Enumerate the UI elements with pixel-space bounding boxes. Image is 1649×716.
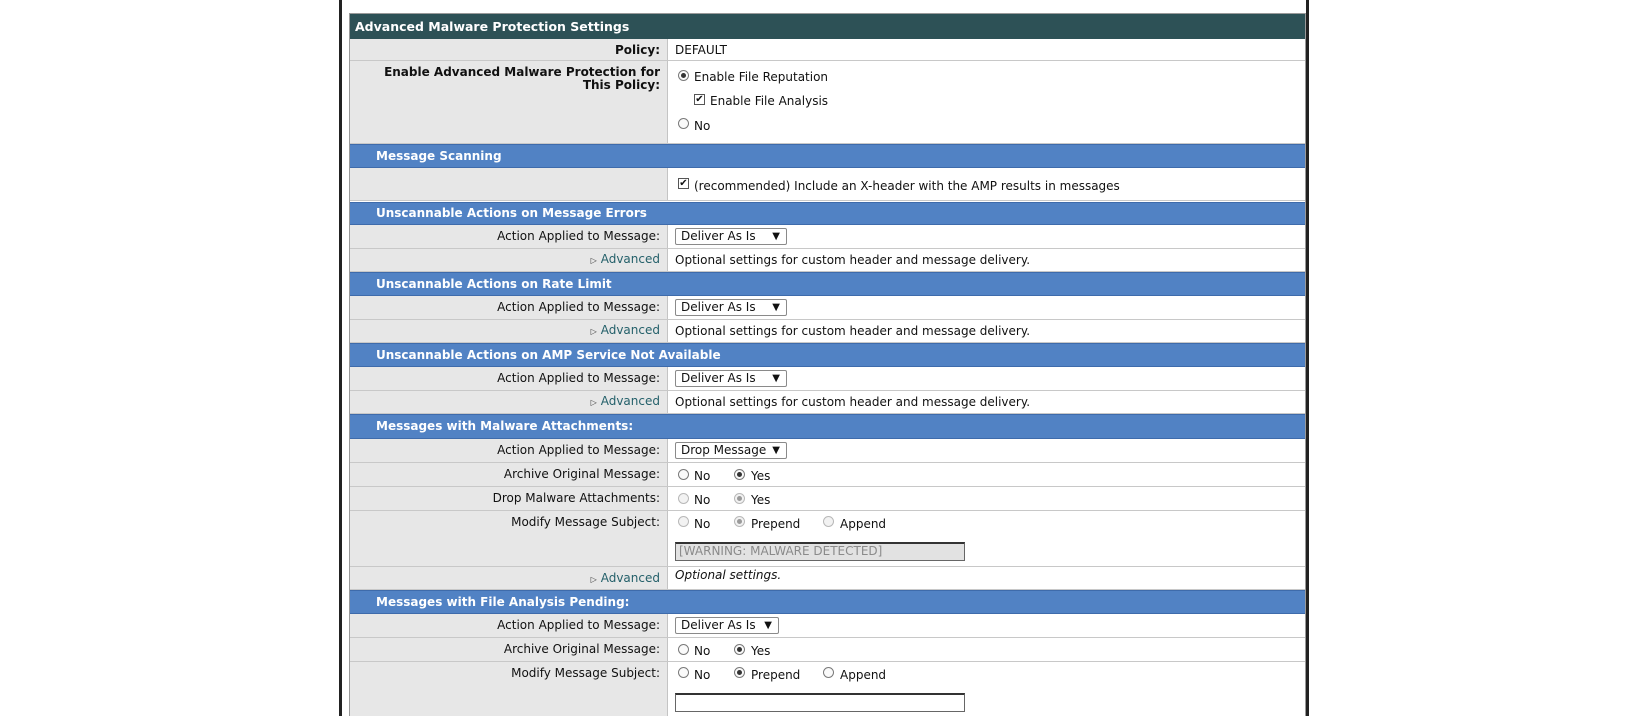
pending-modify-label: Modify Message Subject: <box>350 662 668 716</box>
amp-action-select[interactable]: Deliver As Is ▼ <box>675 370 787 387</box>
section-unscannable-rate: Unscannable Actions on Rate Limit <box>350 272 1305 296</box>
amp-no-radio[interactable] <box>678 118 689 129</box>
pending-subject-input[interactable] <box>675 693 965 712</box>
file-reputation-label: Enable File Reputation <box>694 70 829 84</box>
chevron-down-icon: ▼ <box>764 620 772 631</box>
file-analysis-checkbox[interactable]: ✔ <box>694 94 705 105</box>
amp-no-label: No <box>694 119 711 133</box>
malware-archive-label: Archive Original Message: <box>350 463 668 486</box>
errors-action-select[interactable]: Deliver As Is ▼ <box>675 228 787 245</box>
rate-advanced-desc: Optional settings for custom header and … <box>675 324 1031 338</box>
malware-archive-no-radio[interactable] <box>678 469 689 480</box>
rate-action-label: Action Applied to Message: <box>350 296 668 319</box>
malware-action-select[interactable]: Drop Message ▼ <box>675 442 787 459</box>
xheader-checkbox[interactable]: ✔ <box>678 178 689 189</box>
section-malware-attachments: Messages with Malware Attachments: <box>350 414 1305 439</box>
chevron-down-icon: ▼ <box>772 445 780 456</box>
pending-modify-prepend-label: Prepend <box>751 668 801 682</box>
errors-advanced-desc: Optional settings for custom header and … <box>675 253 1031 267</box>
policy-row: Policy: DEFAULT <box>350 39 1305 61</box>
section-unscannable-errors: Unscannable Actions on Message Errors <box>350 202 1305 225</box>
pending-archive-yes-label: Yes <box>751 644 771 658</box>
malware-modify-prepend-label: Prepend <box>751 517 801 531</box>
chevron-down-icon: ▼ <box>772 302 780 313</box>
pending-archive-yes-radio[interactable] <box>734 644 745 655</box>
malware-modify-append-radio[interactable] <box>823 516 834 527</box>
malware-advanced-link[interactable]: ▷ Advanced <box>591 571 660 585</box>
section-file-analysis-pending: Messages with File Analysis Pending: <box>350 590 1305 614</box>
rate-advanced-link[interactable]: ▷ Advanced <box>591 323 660 337</box>
enable-amp-row: Enable Advanced Malware Protection for T… <box>350 61 1305 144</box>
malware-archive-yes-label: Yes <box>751 469 771 483</box>
expand-triangle-icon: ▷ <box>590 575 597 584</box>
expand-triangle-icon: ▷ <box>590 398 597 407</box>
malware-drop-no-radio[interactable] <box>678 493 689 504</box>
pending-modify-append-label: Append <box>840 668 887 682</box>
malware-advanced-desc: Optional settings. <box>675 568 782 582</box>
amp-action-label: Action Applied to Message: <box>350 367 668 390</box>
pending-action-label: Action Applied to Message: <box>350 614 668 637</box>
pending-action-select[interactable]: Deliver As Is ▼ <box>675 617 779 634</box>
malware-action-label: Action Applied to Message: <box>350 439 668 462</box>
pending-modify-append-radio[interactable] <box>823 667 834 678</box>
file-analysis-label: Enable File Analysis <box>710 94 829 108</box>
page-frame: Advanced Malware Protection Settings Pol… <box>339 0 1309 716</box>
section-unscannable-amp: Unscannable Actions on AMP Service Not A… <box>350 343 1305 367</box>
amp-advanced-link[interactable]: ▷ Advanced <box>591 394 660 408</box>
malware-modify-no-radio[interactable] <box>678 516 689 527</box>
errors-advanced-link[interactable]: ▷ Advanced <box>591 252 660 266</box>
malware-drop-yes-radio[interactable] <box>734 493 745 504</box>
malware-modify-prepend-radio[interactable] <box>734 516 745 527</box>
pending-modify-no-radio[interactable] <box>678 667 689 678</box>
pending-modify-prepend-radio[interactable] <box>734 667 745 678</box>
amp-advanced-desc: Optional settings for custom header and … <box>675 395 1031 409</box>
rate-action-select[interactable]: Deliver As Is ▼ <box>675 299 787 316</box>
expand-triangle-icon: ▷ <box>590 256 597 265</box>
malware-drop-no-label: No <box>694 493 711 507</box>
section-message-scanning: Message Scanning <box>350 144 1305 168</box>
chevron-down-icon: ▼ <box>772 373 780 384</box>
xheader-row: ✔ (recommended) Include an X-header with… <box>350 168 1305 201</box>
malware-modify-no-label: No <box>694 517 711 531</box>
malware-modify-append-label: Append <box>840 517 887 531</box>
policy-value: DEFAULT <box>675 43 727 57</box>
malware-archive-yes-radio[interactable] <box>734 469 745 480</box>
pending-archive-no-radio[interactable] <box>678 644 689 655</box>
pending-archive-label: Archive Original Message: <box>350 638 668 661</box>
malware-drop-yes-label: Yes <box>751 493 771 507</box>
amp-settings-panel: Advanced Malware Protection Settings Pol… <box>349 13 1306 716</box>
file-reputation-radio[interactable] <box>678 70 689 81</box>
malware-drop-label: Drop Malware Attachments: <box>350 487 668 510</box>
malware-archive-no-label: No <box>694 469 711 483</box>
expand-triangle-icon: ▷ <box>590 327 597 336</box>
malware-modify-label: Modify Message Subject: <box>350 511 668 566</box>
panel-title: Advanced Malware Protection Settings <box>350 14 1305 39</box>
pending-archive-no-label: No <box>694 644 711 658</box>
xheader-label: (recommended) Include an X-header with t… <box>694 179 1120 193</box>
errors-action-label: Action Applied to Message: <box>350 225 668 248</box>
malware-subject-input[interactable]: [WARNING: MALWARE DETECTED] <box>675 542 965 561</box>
policy-label: Policy: <box>350 39 668 60</box>
enable-amp-label: Enable Advanced Malware Protection for T… <box>350 61 668 143</box>
chevron-down-icon: ▼ <box>772 231 780 242</box>
pending-modify-no-label: No <box>694 668 711 682</box>
